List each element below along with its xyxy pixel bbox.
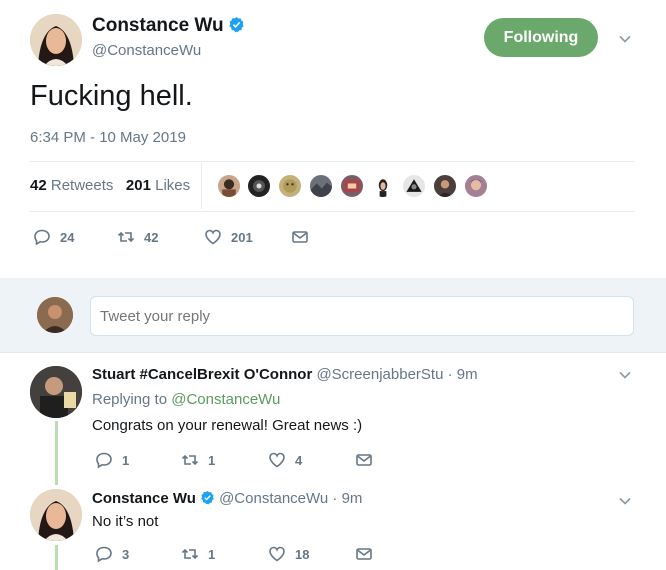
- retweets-stat[interactable]: 42 Retweets: [30, 177, 113, 194]
- retweet-icon: [181, 548, 199, 560]
- stats-separator: [201, 163, 202, 209]
- retweet-action[interactable]: 1: [181, 451, 215, 469]
- following-button[interactable]: Following: [484, 18, 598, 57]
- retweet-icon: [181, 454, 199, 466]
- divider-bottom: [30, 211, 634, 212]
- retweet-count: 1: [208, 546, 216, 562]
- liker-avatar[interactable]: [216, 173, 242, 199]
- main-tweet: Constance Wu @ConstanceWu Following Fuck…: [0, 0, 666, 278]
- heart-icon: [269, 452, 285, 468]
- reply-count: 24: [60, 229, 75, 245]
- like-count: 4: [295, 452, 303, 468]
- envelope-icon: [292, 231, 308, 243]
- current-user-avatar[interactable]: [37, 297, 73, 333]
- liker-avatar[interactable]: [432, 173, 458, 199]
- retweet-count: 42: [144, 229, 159, 245]
- verified-badge-icon: [200, 490, 215, 505]
- reply-count: 1: [122, 452, 130, 468]
- like-action[interactable]: 18: [268, 545, 309, 563]
- tweet-text: Fucking hell.: [30, 80, 193, 112]
- reply-icon: [34, 229, 50, 246]
- reply-author-avatar[interactable]: [30, 366, 82, 418]
- author-avatar[interactable]: [30, 14, 82, 66]
- reply-icon: [96, 546, 112, 563]
- heart-icon: [269, 546, 285, 562]
- reply-header: Stuart #CancelBrexit O'Connor @Screenjab…: [92, 366, 478, 383]
- reply-time[interactable]: · 9m: [448, 366, 478, 383]
- heart-icon: [205, 229, 221, 245]
- retweet-count: 1: [208, 452, 216, 468]
- liker-avatar[interactable]: [339, 173, 365, 199]
- reply-icon: [96, 452, 112, 469]
- reply-count: 3: [122, 546, 130, 562]
- tweet-timestamp[interactable]: 6:34 PM - 10 May 2019: [30, 129, 186, 146]
- liker-avatar[interactable]: [246, 173, 272, 199]
- retweet-icon: [117, 231, 135, 243]
- reply-time[interactable]: · 9m: [332, 490, 362, 507]
- direct-message-action[interactable]: [291, 228, 318, 246]
- thread-connector-line: [55, 545, 58, 570]
- liker-avatar[interactable]: [370, 173, 396, 199]
- envelope-icon: [356, 454, 372, 466]
- direct-message-action[interactable]: [355, 451, 382, 469]
- like-action[interactable]: 4: [268, 451, 302, 469]
- author-handle[interactable]: @ConstanceWu: [92, 42, 201, 59]
- liker-avatar[interactable]: [277, 173, 303, 199]
- reply-text: No it’s not: [92, 513, 159, 530]
- liker-avatar[interactable]: [401, 173, 427, 199]
- reply-menu-caret-icon[interactable]: [618, 368, 632, 382]
- liker-avatar[interactable]: [463, 173, 489, 199]
- reply-input[interactable]: [90, 296, 634, 336]
- direct-message-action[interactable]: [355, 545, 382, 563]
- envelope-icon: [356, 548, 372, 560]
- reply-action[interactable]: 1: [95, 451, 129, 469]
- like-action[interactable]: 201: [204, 228, 253, 246]
- reply-header: Constance Wu @ConstanceWu · 9m: [92, 490, 362, 507]
- reply-author-avatar[interactable]: [30, 489, 82, 541]
- likes-stat[interactable]: 201 Likes: [126, 177, 190, 194]
- thread-connector-line: [55, 421, 58, 485]
- reply-author-handle[interactable]: @ConstanceWu: [219, 490, 328, 507]
- retweet-action[interactable]: 1: [181, 545, 215, 563]
- retweet-action[interactable]: 42: [117, 228, 158, 246]
- reply-action[interactable]: 3: [95, 545, 129, 563]
- reply-section-divider: [0, 352, 666, 353]
- reply-author-name[interactable]: Constance Wu: [92, 490, 196, 507]
- reply-author-handle[interactable]: @ScreenjabberStu: [316, 366, 443, 383]
- like-count: 201: [231, 229, 253, 245]
- replying-to-link[interactable]: @ConstanceWu: [171, 391, 280, 408]
- reply-menu-caret-icon[interactable]: [618, 494, 632, 508]
- reply-text: Congrats on your renewal! Great news :): [92, 417, 363, 434]
- divider-top: [30, 161, 634, 162]
- replying-to: Replying to @ConstanceWu: [92, 391, 281, 408]
- tweet-stats: 42 Retweets 201 Likes: [30, 177, 190, 194]
- author-name[interactable]: Constance Wu: [92, 15, 245, 37]
- reply-author-name[interactable]: Stuart #CancelBrexit O'Connor: [92, 366, 312, 383]
- tweet-menu-caret-icon[interactable]: [618, 32, 632, 46]
- like-count: 18: [295, 546, 310, 562]
- liker-avatar[interactable]: [308, 173, 334, 199]
- reply-action[interactable]: 24: [33, 228, 74, 246]
- verified-badge-icon: [228, 16, 245, 33]
- author-name-text[interactable]: Constance Wu: [92, 15, 224, 36]
